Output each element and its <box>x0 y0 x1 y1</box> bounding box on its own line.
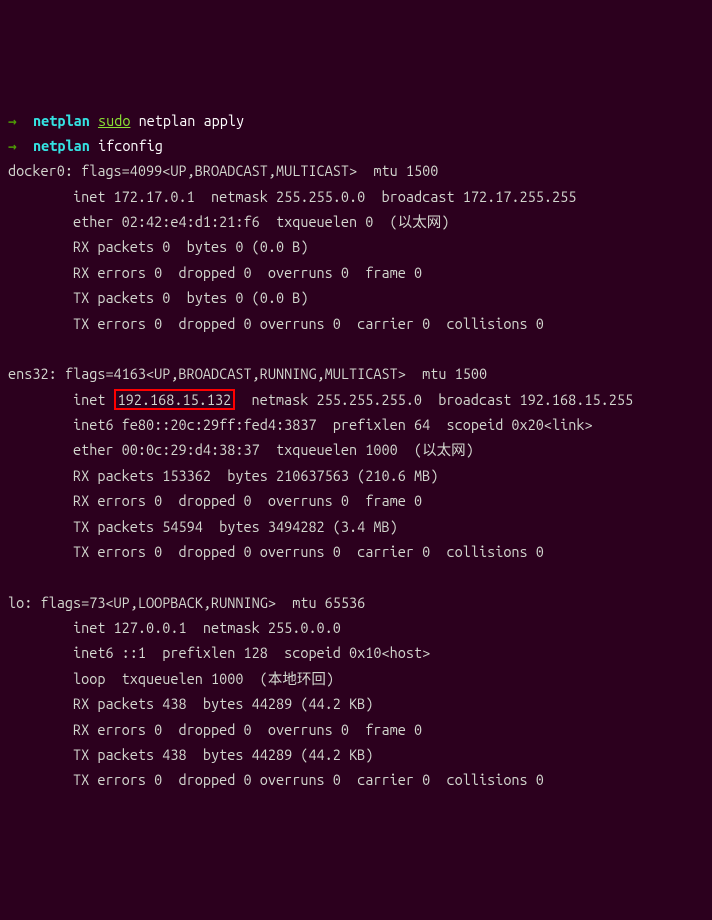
sudo-label: sudo <box>98 112 130 129</box>
iface-ens32-rx-packets: RX packets 153362 bytes 210637563 (210.6… <box>8 463 704 488</box>
iface-ens32-header: ens32: flags=4163<UP,BROADCAST,RUNNING,M… <box>8 361 704 386</box>
iface-ens32-tx-packets: TX packets 54594 bytes 3494282 (3.4 MB) <box>8 514 704 539</box>
iface-ens32-tx-errors: TX errors 0 dropped 0 overruns 0 carrier… <box>8 539 704 564</box>
iface-docker0-ether: ether 02:42:e4:d1:21:f6 txqueuelen 0 (以太… <box>8 209 704 234</box>
iface-ens32-inet6: inet6 fe80::20c:29ff:fed4:3837 prefixlen… <box>8 412 704 437</box>
iface-docker0-header: docker0: flags=4099<UP,BROADCAST,MULTICA… <box>8 158 704 183</box>
iface-lo-header: lo: flags=73<UP,LOOPBACK,RUNNING> mtu 65… <box>8 590 704 615</box>
iface-lo-rx-errors: RX errors 0 dropped 0 overruns 0 frame 0 <box>8 717 704 742</box>
iface-ens32-inet: inet 192.168.15.132 netmask 255.255.255.… <box>8 387 704 412</box>
highlighted-ip: 192.168.15.132 <box>114 389 236 410</box>
prompt-line-2: → netplan ifconfig <box>8 133 704 158</box>
iface-lo-loop: loop txqueuelen 1000 (本地环回) <box>8 666 704 691</box>
prompt-line-1: → netplan sudo netplan apply <box>8 108 704 133</box>
prompt-context: netplan <box>33 137 90 154</box>
iface-lo-tx-errors: TX errors 0 dropped 0 overruns 0 carrier… <box>8 767 704 792</box>
inet-suffix: netmask 255.255.255.0 broadcast 192.168.… <box>235 391 633 408</box>
prompt-arrow: → <box>8 112 17 129</box>
prompt-context: netplan <box>33 112 90 129</box>
iface-lo-inet: inet 127.0.0.1 netmask 255.0.0.0 <box>8 615 704 640</box>
iface-docker0-tx-errors: TX errors 0 dropped 0 overruns 0 carrier… <box>8 311 704 336</box>
iface-lo-inet6: inet6 ::1 prefixlen 128 scopeid 0x10<hos… <box>8 640 704 665</box>
iface-docker0-rx-packets: RX packets 0 bytes 0 (0.0 B) <box>8 234 704 259</box>
command-text: ifconfig <box>98 137 163 154</box>
iface-docker0-tx-packets: TX packets 0 bytes 0 (0.0 B) <box>8 285 704 310</box>
iface-docker0-inet: inet 172.17.0.1 netmask 255.255.0.0 broa… <box>8 184 704 209</box>
terminal-output[interactable]: → netplan sudo netplan apply→ netplan if… <box>8 108 704 793</box>
iface-docker0-rx-errors: RX errors 0 dropped 0 overruns 0 frame 0 <box>8 260 704 285</box>
command-text: netplan apply <box>139 112 245 129</box>
blank-line <box>8 336 704 361</box>
iface-ens32-ether: ether 00:0c:29:d4:38:37 txqueuelen 1000 … <box>8 437 704 462</box>
inet-prefix: inet <box>8 391 114 408</box>
iface-lo-tx-packets: TX packets 438 bytes 44289 (44.2 KB) <box>8 742 704 767</box>
prompt-arrow: → <box>8 137 17 154</box>
iface-ens32-rx-errors: RX errors 0 dropped 0 overruns 0 frame 0 <box>8 488 704 513</box>
blank-line <box>8 564 704 589</box>
